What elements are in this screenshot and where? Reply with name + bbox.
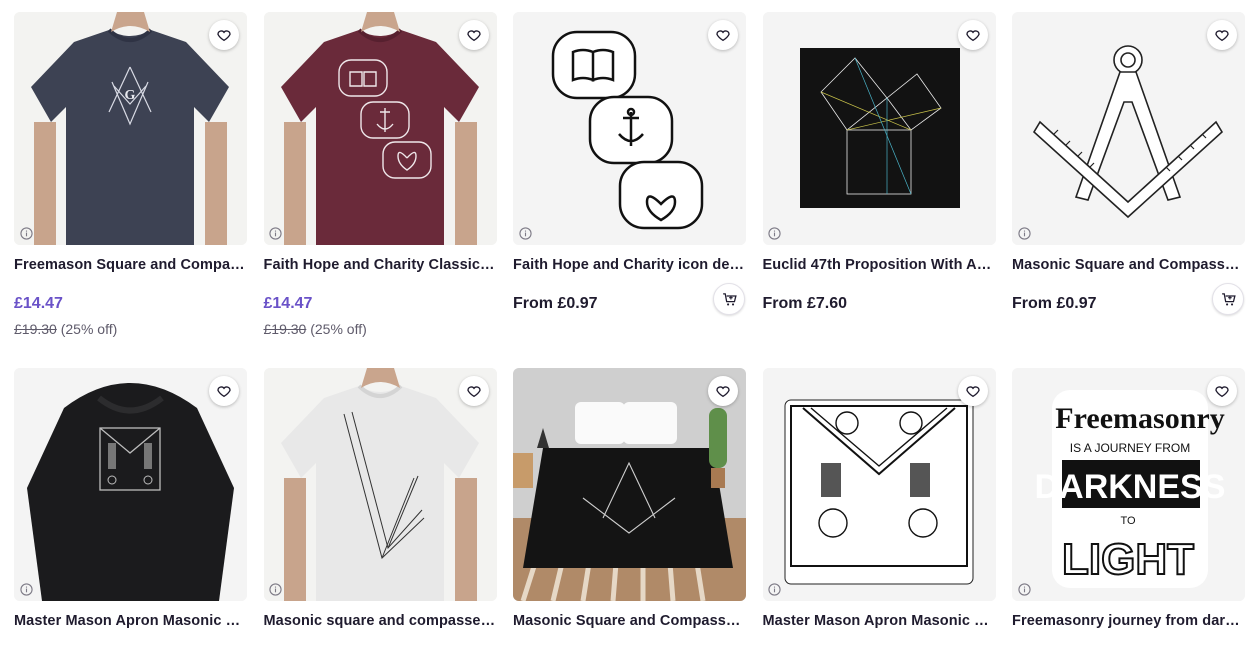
info-icon[interactable] <box>1017 226 1031 240</box>
original-price: £19.30 <box>263 321 307 337</box>
favorite-heart-icon[interactable] <box>957 376 988 406</box>
original-price-row: £19.30 (25% off) <box>14 321 247 337</box>
info-icon[interactable] <box>768 582 782 596</box>
favorite-heart-icon[interactable] <box>458 376 489 406</box>
product-card[interactable]: Freemasonry IS A JOURNEY FROM DARKNESS T… <box>1012 368 1245 648</box>
product-card[interactable]: G Freemason Square and Compass Classic T… <box>14 12 247 368</box>
info-icon[interactable] <box>518 226 532 240</box>
product-image[interactable] <box>263 12 497 245</box>
favorite-heart-icon[interactable] <box>708 20 738 50</box>
product-card[interactable]: Masonic Square and Compasses Sticker Fro… <box>1012 12 1245 368</box>
price: From £7.60 <box>762 295 847 312</box>
euclid-print-image <box>762 12 996 245</box>
product-title[interactable]: Master Mason Apron Masonic Lodge Sticker <box>763 613 996 629</box>
info-icon[interactable] <box>1017 582 1031 596</box>
product-title[interactable]: Masonic Square and Compasses Sticker <box>1012 257 1245 273</box>
discount-label: (25% off) <box>60 321 118 337</box>
product-title[interactable]: Masonic square and compasses Classic T-S… <box>264 613 497 629</box>
product-title[interactable]: Faith Hope and Charity icon design Stick… <box>513 257 746 273</box>
info-icon[interactable] <box>269 226 283 240</box>
product-card[interactable]: Masonic square and compasses Classic T-S… <box>263 368 497 648</box>
hoodie-image <box>14 368 247 601</box>
product-image[interactable] <box>1012 12 1245 245</box>
sticker-line-2: IS A JOURNEY FROM <box>1070 441 1190 455</box>
product-card[interactable]: Masonic Square and Compasses Duvet Cover <box>513 368 746 648</box>
price: From £0.97 <box>513 295 598 312</box>
product-image[interactable] <box>762 12 996 245</box>
product-image[interactable] <box>513 368 746 601</box>
product-title[interactable]: Euclid 47th Proposition With Annotations <box>763 257 996 273</box>
product-image[interactable]: Freemasonry IS A JOURNEY FROM DARKNESS T… <box>1012 368 1245 601</box>
sticker-line-1: Freemasonry <box>1055 402 1224 435</box>
product-card[interactable]: Faith Hope and Charity icon design Stick… <box>513 12 746 368</box>
duvet-image <box>513 368 746 601</box>
freemasonry-text-sticker-image: Freemasonry IS A JOURNEY FROM DARKNESS T… <box>1012 368 1245 601</box>
price-row: From £0.97 <box>513 283 746 321</box>
add-to-cart-icon[interactable] <box>713 283 745 315</box>
product-card[interactable]: Euclid 47th Proposition With Annotations… <box>762 12 996 368</box>
product-image[interactable]: G <box>14 12 247 245</box>
favorite-heart-icon[interactable] <box>1207 20 1237 50</box>
product-title[interactable]: Freemason Square and Compass Classic T-S… <box>14 257 247 273</box>
product-card[interactable]: Master Mason Apron Masonic Lodge Pullove… <box>14 368 247 648</box>
price: From £0.97 <box>1012 295 1097 312</box>
original-price: £19.30 <box>14 321 57 337</box>
sale-price: £14.47 <box>263 295 313 312</box>
product-image[interactable] <box>762 368 996 601</box>
price-row: £14.47 £19.30 (25% off) <box>14 293 247 337</box>
square-compasses-sticker-image <box>1012 12 1245 245</box>
info-icon[interactable] <box>768 226 782 240</box>
sticker-line-5: LIGHT <box>1062 535 1194 584</box>
product-image[interactable] <box>513 12 746 245</box>
favorite-heart-icon[interactable] <box>209 376 239 406</box>
product-image[interactable] <box>263 368 497 601</box>
product-card[interactable]: Master Mason Apron Masonic Lodge Sticker <box>762 368 996 648</box>
product-grid: G Freemason Square and Compass Classic T… <box>14 12 1245 648</box>
sticker-image <box>513 12 746 245</box>
favorite-heart-icon[interactable] <box>1207 376 1237 406</box>
info-icon[interactable] <box>269 582 283 596</box>
favorite-heart-icon[interactable] <box>957 20 988 50</box>
favorite-heart-icon[interactable] <box>458 20 489 50</box>
price-row: £14.47 £19.30 (25% off) <box>263 293 497 337</box>
product-title[interactable]: Faith Hope and Charity Classic T-Shirt <box>264 257 497 273</box>
tshirt-navy-image: G <box>14 12 247 245</box>
price-row: From £7.60 <box>763 293 996 321</box>
tshirt-maroon-image <box>263 12 497 245</box>
product-title[interactable]: Masonic Square and Compasses Duvet Cover <box>513 613 746 629</box>
product-title[interactable]: Freemasonry journey from darkness to lig… <box>1012 613 1245 629</box>
apron-sticker-image <box>762 368 996 601</box>
favorite-heart-icon[interactable] <box>708 376 738 406</box>
info-icon[interactable] <box>19 582 33 596</box>
tshirt-white-image <box>263 368 497 601</box>
add-to-cart-icon[interactable] <box>1212 283 1244 315</box>
product-title[interactable]: Master Mason Apron Masonic Lodge Pullove… <box>14 613 247 629</box>
original-price-row: £19.30 (25% off) <box>264 321 497 337</box>
favorite-heart-icon[interactable] <box>209 20 239 50</box>
svg-text:G: G <box>125 88 136 103</box>
sale-price: £14.47 <box>14 295 63 312</box>
sticker-line-4: TO <box>1120 515 1136 527</box>
product-card[interactable]: Faith Hope and Charity Classic T-Shirt £… <box>263 12 497 368</box>
info-icon[interactable] <box>19 226 33 240</box>
product-image[interactable] <box>14 368 247 601</box>
discount-label: (25% off) <box>310 321 367 337</box>
sticker-line-3: DARKNESS <box>1035 468 1226 506</box>
price-row: From £0.97 <box>1012 283 1245 321</box>
